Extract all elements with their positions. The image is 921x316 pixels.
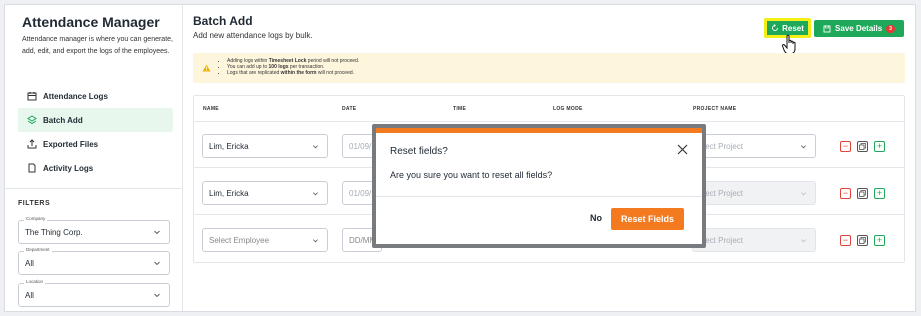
sidebar-nav: Attendance Logs Batch Add Exported Files…	[18, 84, 173, 180]
warning-banner: Adding logs within Timesheet Lock period…	[193, 53, 905, 83]
sidebar-item-label: Exported Files	[43, 139, 99, 149]
app-title: Attendance Manager	[22, 14, 160, 30]
copy-row-button[interactable]	[857, 235, 868, 246]
location-filter-value: All	[25, 291, 34, 300]
sidebar-item-exported-files[interactable]: Exported Files	[18, 132, 173, 156]
table-header: NAME DATE TIME LOG MODE PROJECT NAME	[194, 96, 904, 122]
project-select: elect Project	[692, 228, 816, 252]
date-input-value: 01/09/	[349, 189, 372, 198]
department-filter-label: Department	[24, 247, 52, 252]
column-header-time: TIME	[453, 106, 467, 112]
sidebar-item-attendance-logs[interactable]: Attendance Logs	[18, 84, 173, 108]
department-filter[interactable]: Department All	[18, 247, 170, 275]
reset-fields-button[interactable]: Reset Fields	[611, 208, 684, 230]
chevron-down-icon	[154, 293, 160, 298]
reset-icon	[772, 24, 779, 31]
chevron-down-icon	[801, 192, 806, 196]
save-icon	[823, 25, 831, 32]
employee-select-placeholder: Select Employee	[209, 236, 270, 245]
page-subtitle: Add new attendance logs by bulk.	[193, 31, 313, 40]
warning-icon	[202, 64, 211, 72]
remove-row-button[interactable]: −	[840, 235, 851, 246]
app-description: Attendance manager is where you can gene…	[22, 36, 173, 55]
employee-select-value: Lim, Ericka	[209, 189, 249, 198]
column-header-name: NAME	[203, 106, 219, 112]
copy-row-button[interactable]	[857, 141, 868, 152]
close-icon[interactable]	[677, 144, 688, 155]
reset-confirm-modal: Reset fields? Are you sure you want to r…	[376, 128, 702, 244]
location-filter-label: Location	[24, 279, 46, 284]
chevron-down-icon	[154, 261, 160, 266]
copy-icon	[859, 190, 866, 197]
copy-row-button[interactable]	[857, 188, 868, 199]
sidebar-item-batch-add[interactable]: Batch Add	[18, 108, 173, 132]
reset-button-label: Reset	[782, 23, 804, 33]
chevron-down-icon	[801, 239, 806, 243]
modal-divider	[376, 196, 702, 197]
chevron-down-icon	[801, 145, 806, 149]
remove-row-button[interactable]: −	[840, 188, 851, 199]
modal-message: Are you sure you want to reset all field…	[390, 170, 553, 180]
sidebar-item-label: Batch Add	[43, 115, 83, 125]
company-filter-label: Company	[24, 216, 48, 221]
modal-title: Reset fields?	[390, 146, 448, 157]
warning-item: Logs that are replicated within the form…	[227, 70, 359, 76]
company-filter[interactable]: Company The Thing Corp.	[18, 216, 170, 244]
chevron-down-icon	[313, 145, 318, 149]
chevron-down-icon	[313, 192, 318, 196]
project-select[interactable]: elect Project	[692, 134, 816, 158]
save-button-label: Save Details	[835, 24, 883, 33]
page-title: Batch Add	[193, 14, 253, 28]
warning-list: Adding logs within Timesheet Lock period…	[227, 58, 359, 77]
add-row-button[interactable]: +	[874, 141, 885, 152]
copy-icon	[859, 143, 866, 150]
remove-row-button[interactable]: −	[840, 141, 851, 152]
add-row-button[interactable]: +	[874, 188, 885, 199]
column-header-project-name: PROJECT NAME	[693, 106, 737, 112]
document-icon	[26, 162, 38, 174]
employee-select[interactable]: Lim, Ericka	[202, 181, 328, 205]
export-icon	[26, 138, 38, 150]
calendar-icon	[26, 90, 38, 102]
location-filter[interactable]: Location All	[18, 279, 170, 307]
column-header-log-mode: LOG MODE	[553, 106, 583, 112]
column-header-date: DATE	[342, 106, 357, 112]
date-input-value: 01/09/	[349, 142, 372, 151]
employee-select-value: Lim, Ericka	[209, 142, 249, 151]
chevron-down-icon	[313, 239, 318, 243]
filters-panel: FILTERS Company The Thing Corp. Departme…	[5, 188, 182, 307]
project-select: elect Project	[692, 181, 816, 205]
sidebar: Attendance Manager Attendance manager is…	[5, 5, 183, 311]
sidebar-item-activity-logs[interactable]: Activity Logs	[18, 156, 173, 180]
add-row-button[interactable]: +	[874, 235, 885, 246]
sidebar-item-label: Activity Logs	[43, 163, 94, 173]
chevron-down-icon	[154, 230, 160, 235]
sidebar-item-label: Attendance Logs	[43, 91, 108, 101]
copy-icon	[859, 237, 866, 244]
employee-select[interactable]: Lim, Ericka	[202, 134, 328, 158]
stack-icon	[26, 114, 38, 126]
department-filter-value: All	[25, 259, 34, 268]
employee-select[interactable]: Select Employee	[202, 228, 328, 252]
save-count-badge: 3	[886, 24, 895, 33]
company-filter-value: The Thing Corp.	[25, 228, 83, 237]
cancel-button[interactable]: No	[590, 213, 602, 223]
filters-title: FILTERS	[18, 200, 51, 207]
save-details-button[interactable]: Save Details 3	[814, 20, 904, 37]
